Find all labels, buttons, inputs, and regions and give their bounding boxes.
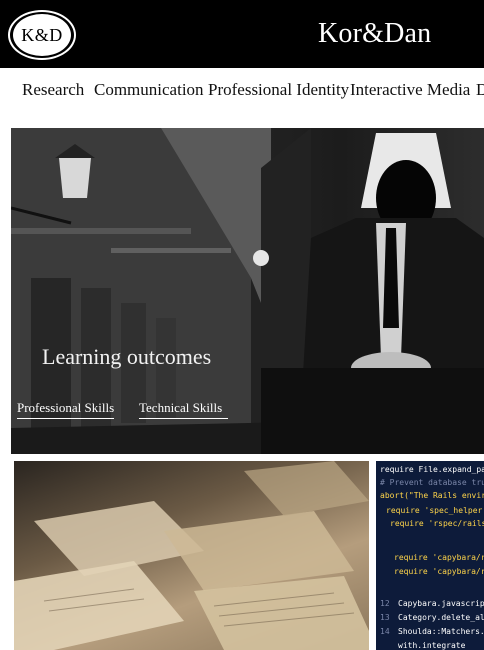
logo[interactable]: K&D: [8, 10, 76, 60]
code-line: Capybara.javascript_d: [398, 599, 484, 608]
code-line: # Prevent database truncat: [380, 478, 484, 487]
code-line: Category.delete_all;: [398, 613, 484, 622]
code-line: require 'capybara/rspec: [394, 553, 484, 562]
line-number: 12: [380, 599, 390, 608]
code-line: abort("The Rails environme: [380, 491, 484, 500]
code-thumbnail[interactable]: require File.expand_path(" # Prevent dat…: [376, 461, 484, 650]
code-line: with.integrate: [398, 641, 466, 650]
hero-title: Learning outcomes: [42, 344, 212, 369]
technical-skills-link[interactable]: Technical Skills: [139, 400, 229, 419]
nav-item-interactive-media[interactable]: Interactive Media: [350, 80, 470, 100]
nav-item-truncated[interactable]: D: [476, 80, 484, 100]
site-header: K&D Kor&Dan: [0, 0, 484, 68]
code-line: require 'spec_helper': [386, 506, 484, 515]
professional-skills-link[interactable]: Professional Skills: [17, 400, 115, 419]
logo-text: K&D: [13, 14, 71, 56]
code-line: require 'capybara/rails: [394, 567, 484, 576]
code-line: require 'rspec/rails': [390, 519, 484, 528]
main-nav: Research Communication Professional Iden…: [0, 68, 484, 112]
line-number: 13: [380, 613, 390, 622]
nav-item-professional-identity[interactable]: Professional Identity: [208, 80, 349, 100]
nav-item-communication[interactable]: Communication: [94, 80, 204, 100]
research-papers-thumbnail[interactable]: [14, 461, 369, 650]
hero-banner: Learning outcomes Professional Skills Te…: [11, 128, 484, 454]
papers-image: [14, 461, 369, 650]
code-line: require File.expand_path(": [380, 465, 484, 474]
nav-item-research[interactable]: Research: [22, 80, 84, 100]
brand-name[interactable]: Kor&Dan: [318, 18, 431, 50]
line-number: 14: [380, 627, 390, 636]
code-line: Shoulda::Matchers.co: [398, 627, 484, 636]
